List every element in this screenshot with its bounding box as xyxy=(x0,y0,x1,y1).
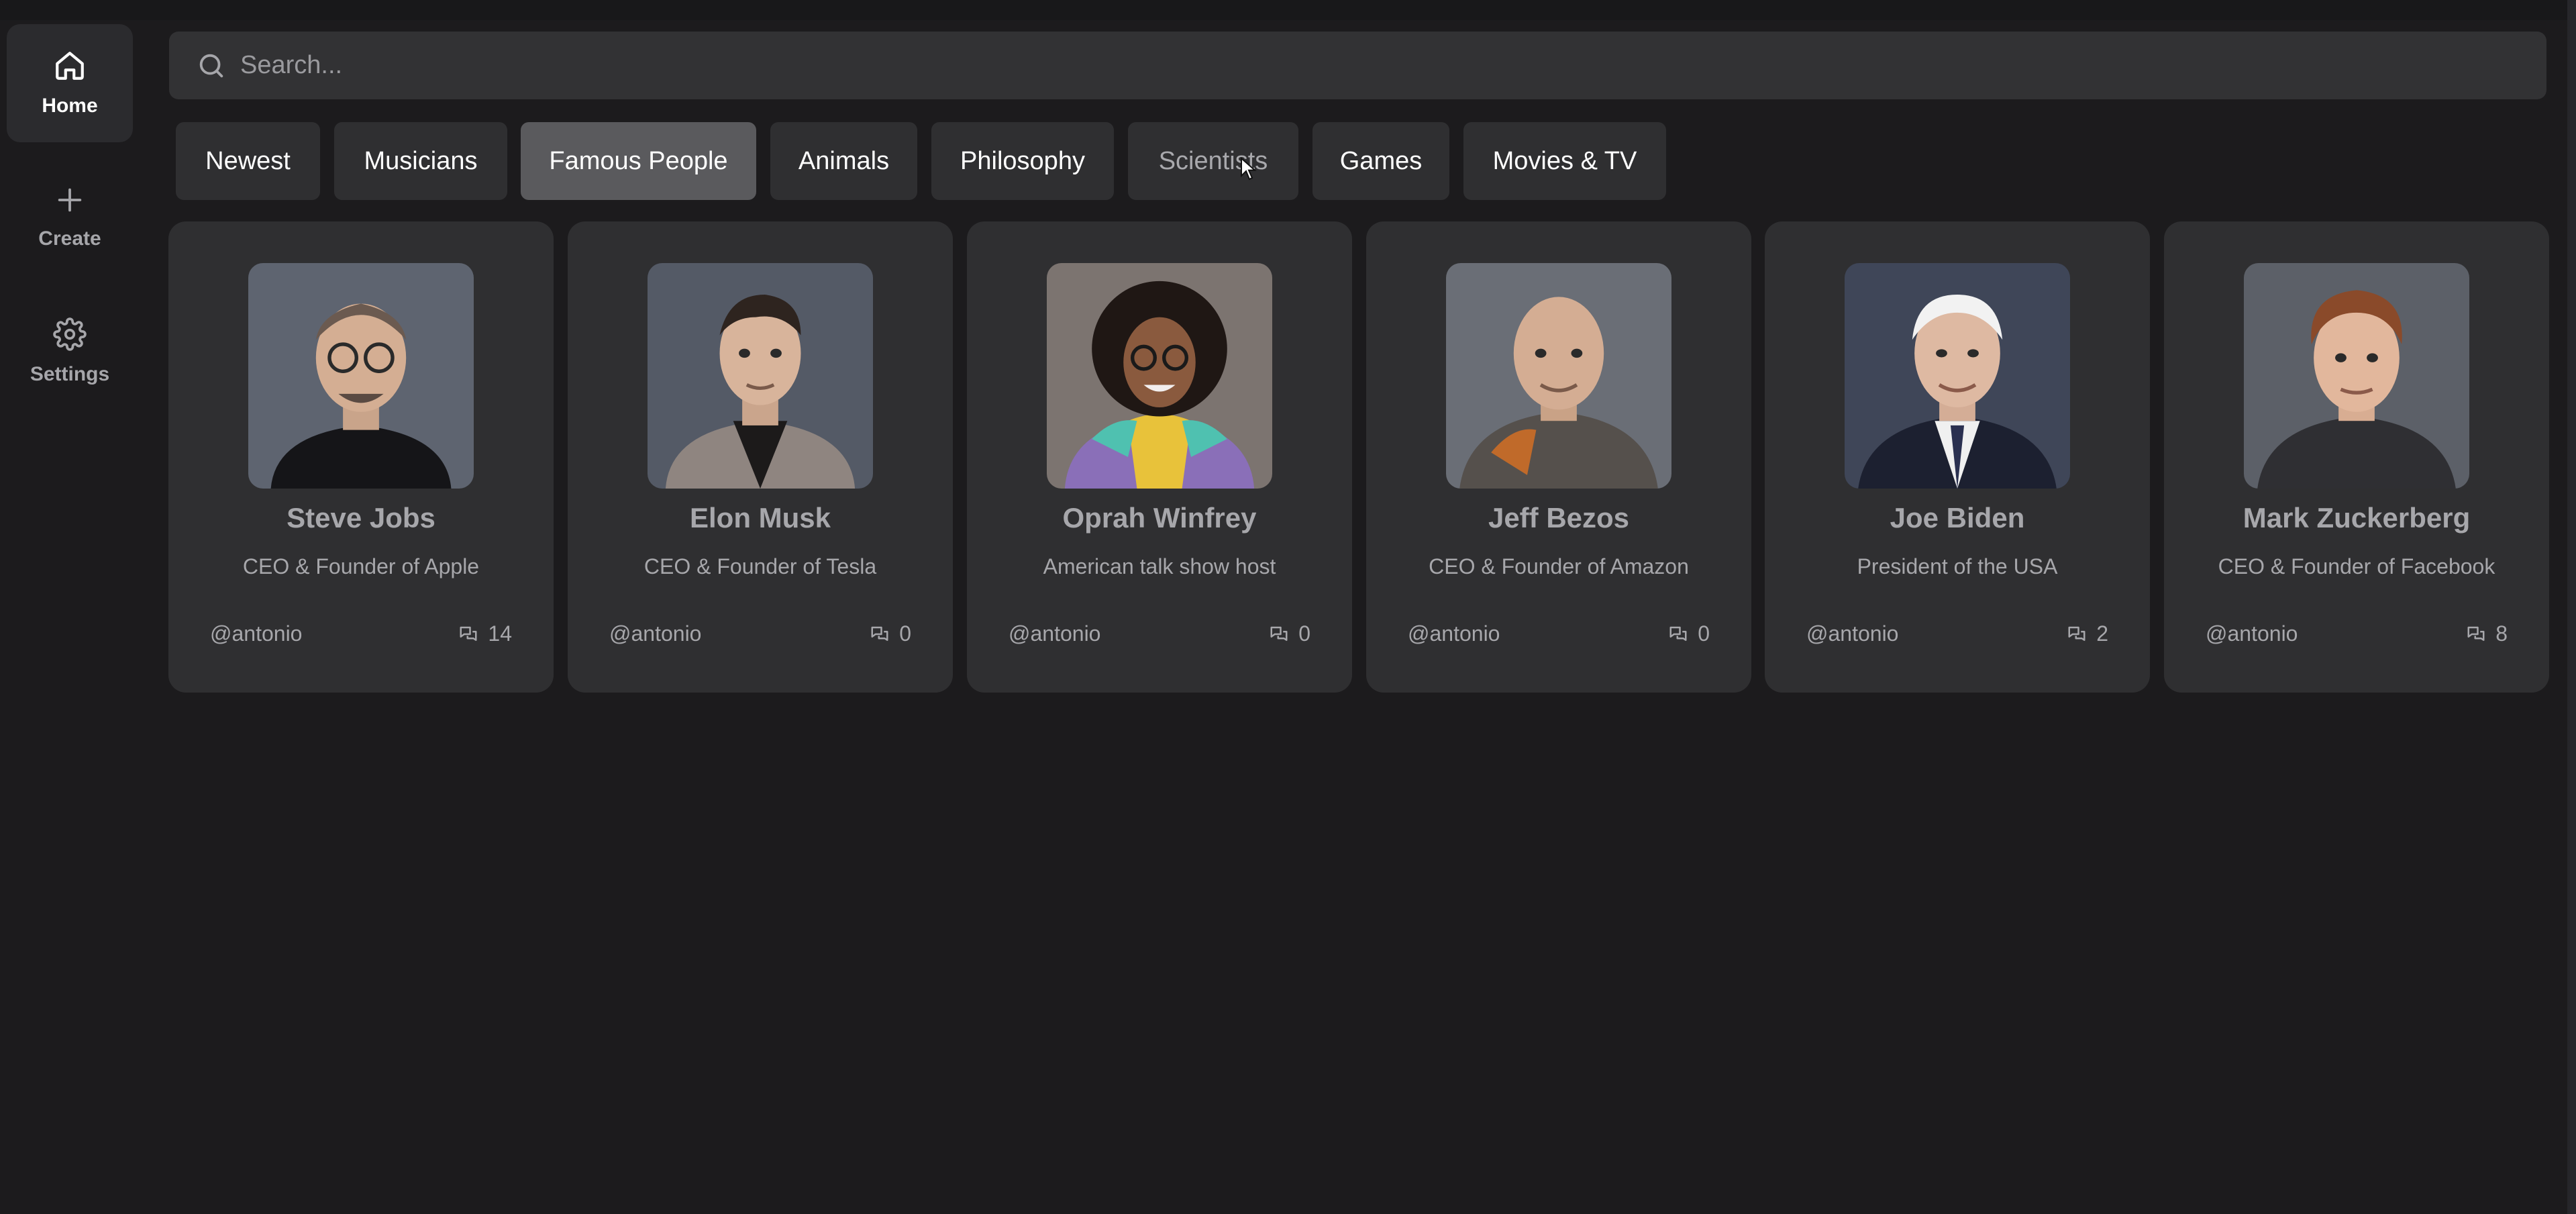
companion-name: Mark Zuckerberg xyxy=(2243,502,2471,534)
tab-scientists[interactable]: Scientists xyxy=(1128,122,1298,200)
message-count-value: 8 xyxy=(2495,621,2508,646)
message-count: 2 xyxy=(2067,621,2108,646)
author-handle: @antonio xyxy=(2206,621,2298,646)
avatar xyxy=(248,263,474,489)
message-count-value: 0 xyxy=(1698,621,1710,646)
message-count: 0 xyxy=(1269,621,1310,646)
companion-name: Steve Jobs xyxy=(287,502,435,534)
avatar xyxy=(648,263,873,489)
message-count: 14 xyxy=(458,621,512,646)
message-count: 0 xyxy=(1668,621,1710,646)
companion-card[interactable]: Mark Zuckerberg CEO & Founder of Faceboo… xyxy=(2164,221,2549,693)
companion-card[interactable]: Elon Musk CEO & Founder of Tesla @antoni… xyxy=(568,221,953,693)
message-count: 0 xyxy=(870,621,911,646)
messages-icon xyxy=(1269,624,1289,644)
sidebar-item-label: Create xyxy=(38,227,101,250)
author-handle: @antonio xyxy=(609,621,702,646)
tab-movies-tv[interactable]: Movies & TV xyxy=(1463,122,1666,200)
sidebar-item-label: Home xyxy=(42,95,98,117)
companion-name: Jeff Bezos xyxy=(1488,502,1630,534)
companion-description: CEO & Founder of Tesla xyxy=(643,554,877,578)
messages-icon xyxy=(1668,624,1688,644)
sidebar-item-label: Settings xyxy=(30,363,110,385)
avatar xyxy=(1845,263,2070,489)
message-count-value: 0 xyxy=(899,621,911,646)
author-handle: @antonio xyxy=(1806,621,1899,646)
messages-icon xyxy=(870,624,890,644)
author-handle: @antonio xyxy=(1009,621,1101,646)
gear-icon xyxy=(53,317,87,351)
avatar xyxy=(2244,263,2469,489)
mouse-pointer-icon xyxy=(1240,156,1257,185)
tab-musicians[interactable]: Musicians xyxy=(334,122,507,200)
companion-description: President of the USA xyxy=(1857,554,2058,578)
message-count-value: 14 xyxy=(488,621,512,646)
author-handle: @antonio xyxy=(210,621,303,646)
companion-card[interactable]: Joe Biden President of the USA @antonio … xyxy=(1765,221,2150,693)
companion-description: CEO & Founder of Facebook xyxy=(2218,554,2495,578)
tab-philosophy[interactable]: Philosophy xyxy=(931,122,1114,200)
tab-games[interactable]: Games xyxy=(1312,122,1449,200)
sidebar: Home Create Settings xyxy=(0,0,148,1214)
message-count: 8 xyxy=(2466,621,2508,646)
companion-description: CEO & Founder of Apple xyxy=(242,554,480,578)
message-count-value: 2 xyxy=(2096,621,2108,646)
messages-icon xyxy=(458,624,478,644)
author-handle: @antonio xyxy=(1408,621,1500,646)
messages-icon xyxy=(2067,624,2087,644)
tab-newest[interactable]: Newest xyxy=(176,122,320,200)
scrollbar[interactable] xyxy=(2567,0,2576,1214)
home-icon xyxy=(53,49,87,83)
companion-name: Joe Biden xyxy=(1890,502,2025,534)
messages-icon xyxy=(2466,624,2486,644)
companion-name: Oprah Winfrey xyxy=(1062,502,1257,534)
search-input[interactable] xyxy=(240,32,2546,99)
sidebar-item-create[interactable]: Create xyxy=(7,158,133,276)
companion-description: American talk show host xyxy=(1043,554,1276,578)
companion-card[interactable]: Jeff Bezos CEO & Founder of Amazon @anto… xyxy=(1366,221,1751,693)
tab-famous-people[interactable]: Famous People xyxy=(521,122,756,200)
sidebar-item-settings[interactable]: Settings xyxy=(7,293,133,411)
companion-name: Elon Musk xyxy=(689,502,831,534)
companion-card[interactable]: Oprah Winfrey American talk show host @a… xyxy=(967,221,1352,693)
message-count-value: 0 xyxy=(1298,621,1310,646)
companion-description: CEO & Founder of Amazon xyxy=(1429,554,1689,578)
search-icon xyxy=(196,50,227,81)
search-bar[interactable] xyxy=(169,32,2546,99)
window-top-strip xyxy=(0,0,2576,20)
plus-icon xyxy=(54,185,85,215)
sidebar-item-home[interactable]: Home xyxy=(7,24,133,142)
avatar xyxy=(1446,263,1671,489)
avatar xyxy=(1047,263,1272,489)
tab-animals[interactable]: Animals xyxy=(770,122,917,200)
companion-card[interactable]: Steve Jobs CEO & Founder of Apple @anton… xyxy=(168,221,554,693)
